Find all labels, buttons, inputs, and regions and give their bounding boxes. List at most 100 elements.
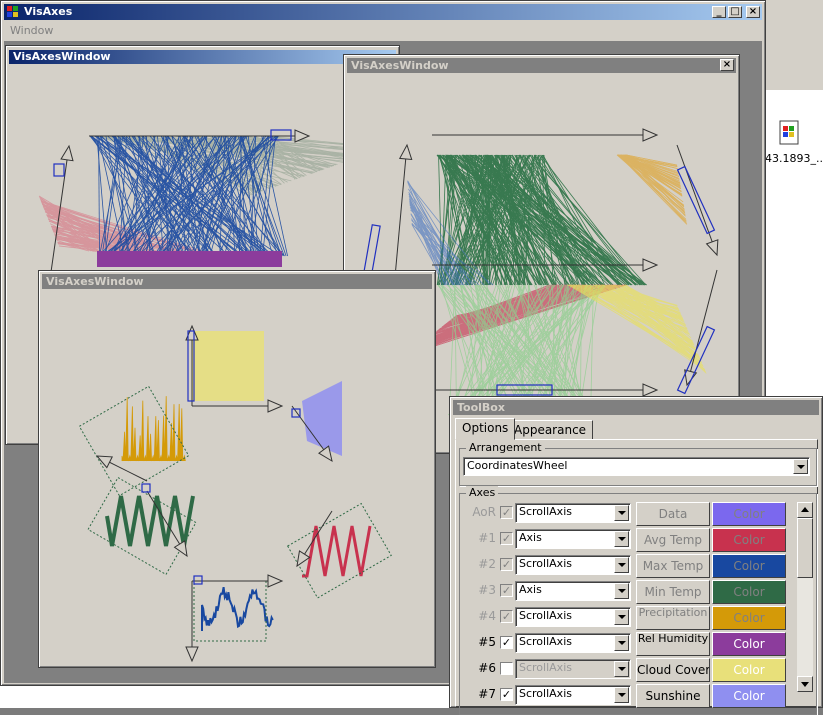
file-icon[interactable]	[778, 120, 802, 146]
axis-type-select[interactable]: Axis	[515, 581, 631, 601]
vis-window-left-title: VisAxesWindow	[13, 50, 111, 63]
minimize-button[interactable]: _	[712, 6, 726, 18]
axis-type-select[interactable]: ScrollAxis	[515, 633, 631, 653]
axis-color-button[interactable]: Color	[712, 632, 786, 656]
chevron-down-icon[interactable]	[614, 557, 629, 573]
axis-row-id: #1	[456, 531, 496, 545]
axis-data-button[interactable]: Rel Humidity	[636, 632, 710, 656]
chevron-down-icon[interactable]	[793, 459, 808, 474]
chevron-down-icon[interactable]	[614, 505, 629, 521]
axis-type-select[interactable]: ScrollAxis	[515, 607, 631, 627]
arrangement-value: CoordinatesWheel	[467, 459, 567, 472]
axis-data-button[interactable]: Avg Temp	[636, 528, 710, 552]
sunshine-fill	[302, 381, 342, 456]
main-window-titlebar[interactable]: VisAxes _ □ ×	[4, 4, 762, 20]
chevron-down-icon[interactable]	[614, 583, 629, 599]
app-icon	[6, 5, 20, 19]
vis-window-bottom: VisAxesWindow	[38, 270, 436, 668]
axis-row-checkbox[interactable]: ✓	[500, 532, 513, 545]
vis-window-left-titlebar[interactable]: VisAxesWindow	[9, 50, 396, 64]
axis-row-checkbox[interactable]: ✓	[500, 584, 513, 597]
axis-color-button[interactable]: Color	[712, 502, 786, 526]
vis-window-right-title: VisAxesWindow	[351, 59, 449, 72]
axis-color-button[interactable]: Color	[712, 528, 786, 552]
axis-row-id: #2	[456, 557, 496, 571]
toolbox-window: ToolBox Options Appearance Arrangement C…	[449, 396, 823, 708]
axis-row-checkbox[interactable]	[500, 662, 513, 675]
close-button[interactable]: ×	[746, 6, 760, 18]
vis-window-right-titlebar[interactable]: VisAxesWindow ×	[347, 58, 736, 73]
axis-row-id: #5	[456, 635, 496, 649]
tab-panel: Arrangement CoordinatesWheel Axes AoR✓Sc…	[455, 439, 818, 707]
vis-canvas-bottom[interactable]	[42, 291, 433, 665]
desktop-background	[765, 0, 823, 95]
axis-data-button[interactable]: Data	[636, 502, 710, 526]
tab-options[interactable]: Options	[455, 418, 515, 440]
chevron-down-icon[interactable]	[614, 609, 629, 625]
toolbox-title: ToolBox	[457, 401, 505, 414]
scroll-axis-handle	[678, 167, 715, 234]
max-temp-frame	[194, 581, 266, 641]
min-temp-zigzag	[107, 496, 193, 546]
vis-window-bottom-titlebar[interactable]: VisAxesWindow	[42, 274, 432, 289]
maximize-button[interactable]: □	[728, 6, 742, 18]
chevron-down-icon[interactable]	[614, 531, 629, 547]
axes-scrollbar[interactable]	[797, 502, 813, 692]
arrangement-label: Arrangement	[466, 441, 545, 454]
vis-window-right-close-button[interactable]: ×	[720, 59, 734, 71]
axis-arrowhead	[268, 575, 282, 587]
arrangement-select[interactable]: CoordinatesWheel	[463, 457, 810, 476]
axis-right-upper	[677, 145, 717, 255]
toolbox-titlebar[interactable]: ToolBox	[453, 400, 819, 415]
axis-type-value: ScrollAxis	[519, 609, 572, 622]
arrow-up-icon	[798, 503, 812, 517]
axis-arrowhead	[400, 145, 412, 159]
axis-color-button[interactable]: Color	[712, 658, 786, 682]
axis-row-id: #7	[456, 687, 496, 701]
axis-data-button[interactable]: Cloud Cover	[636, 658, 710, 682]
axis-data-button[interactable]: Precipitation	[636, 606, 710, 630]
tab-appearance[interactable]: Appearance	[507, 420, 593, 440]
chevron-down-icon[interactable]	[614, 687, 629, 703]
scroll-up-button[interactable]	[797, 502, 813, 518]
axis-type-value: ScrollAxis	[519, 557, 572, 570]
axis-arrowhead	[97, 456, 112, 468]
axis-color-button[interactable]: Color	[712, 684, 786, 708]
cloud-cover-fill	[192, 331, 264, 401]
axis-row-checkbox[interactable]: ✓	[500, 688, 513, 701]
axis-data-button[interactable]: Sunshine	[636, 684, 710, 708]
scroll-down-button[interactable]	[797, 676, 813, 692]
axis-type-select[interactable]: ScrollAxis	[515, 659, 631, 679]
axis-row-checkbox[interactable]: ✓	[500, 610, 513, 623]
file-label[interactable]: 43.1893_...	[765, 152, 823, 165]
axis-arrowhead	[175, 541, 187, 556]
bottom-plot	[42, 291, 433, 665]
axis-row-id: AoR	[456, 505, 496, 519]
axis-color-button[interactable]: Color	[712, 554, 786, 578]
axis-row-checkbox[interactable]: ✓	[500, 636, 513, 649]
scroll-axis-handle	[194, 576, 202, 584]
axis-data-button[interactable]: Min Temp	[636, 580, 710, 604]
axis-arrowhead	[643, 259, 657, 271]
axis-row-checkbox[interactable]: ✓	[500, 558, 513, 571]
axes-label: Axes	[466, 486, 498, 499]
axis-data-button[interactable]: Max Temp	[636, 554, 710, 578]
axis-type-select[interactable]: ScrollAxis	[515, 555, 631, 575]
axis-arrowhead	[186, 647, 198, 661]
axis-color-button[interactable]: Color	[712, 606, 786, 630]
axis-type-select[interactable]: ScrollAxis	[515, 685, 631, 705]
scroll-thumb[interactable]	[797, 518, 813, 578]
main-window-title: VisAxes	[24, 5, 72, 18]
axis-row-id: #4	[456, 609, 496, 623]
chevron-down-icon[interactable]	[614, 635, 629, 651]
chevron-down-icon[interactable]	[614, 661, 629, 677]
axis-type-select[interactable]: Axis	[515, 529, 631, 549]
axis-row-checkbox[interactable]: ✓	[500, 506, 513, 519]
max-temp-wave	[202, 587, 273, 631]
axis-color-button[interactable]: Color	[712, 580, 786, 604]
axis-type-select[interactable]: ScrollAxis	[515, 503, 631, 523]
axis-arrowhead	[643, 384, 657, 396]
precipitation-spikes	[122, 396, 185, 461]
menu-window[interactable]: Window	[10, 24, 53, 37]
scroll-axis-handle	[54, 164, 64, 176]
